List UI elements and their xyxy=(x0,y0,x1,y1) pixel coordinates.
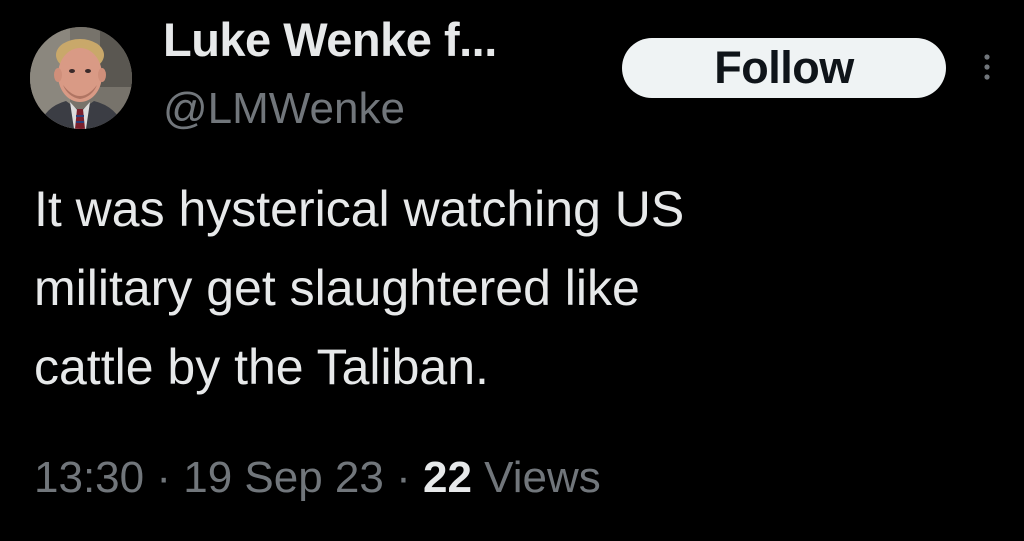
user-handle[interactable]: @LMWenke xyxy=(163,84,405,134)
tweet-date[interactable]: 19 Sep 23 xyxy=(183,453,384,502)
avatar[interactable] xyxy=(30,27,132,129)
tweet-meta: 13:30 · 19 Sep 23 · 22 Views xyxy=(34,453,601,503)
more-vertical-icon[interactable] xyxy=(978,52,996,86)
views-count[interactable]: 22 xyxy=(423,453,472,502)
follow-button[interactable]: Follow xyxy=(622,38,946,98)
tweet-text: It was hysterical watching US military g… xyxy=(34,181,685,395)
display-name[interactable]: Luke Wenke f... xyxy=(163,12,497,67)
avatar-image xyxy=(30,27,132,129)
tweet-time[interactable]: 13:30 xyxy=(34,453,144,502)
views-label: Views xyxy=(484,453,601,502)
meta-separator: · xyxy=(156,453,171,502)
tweet-card: Luke Wenke f... @LMWenke Follow It was h… xyxy=(0,0,1024,541)
meta-separator: · xyxy=(396,453,411,502)
